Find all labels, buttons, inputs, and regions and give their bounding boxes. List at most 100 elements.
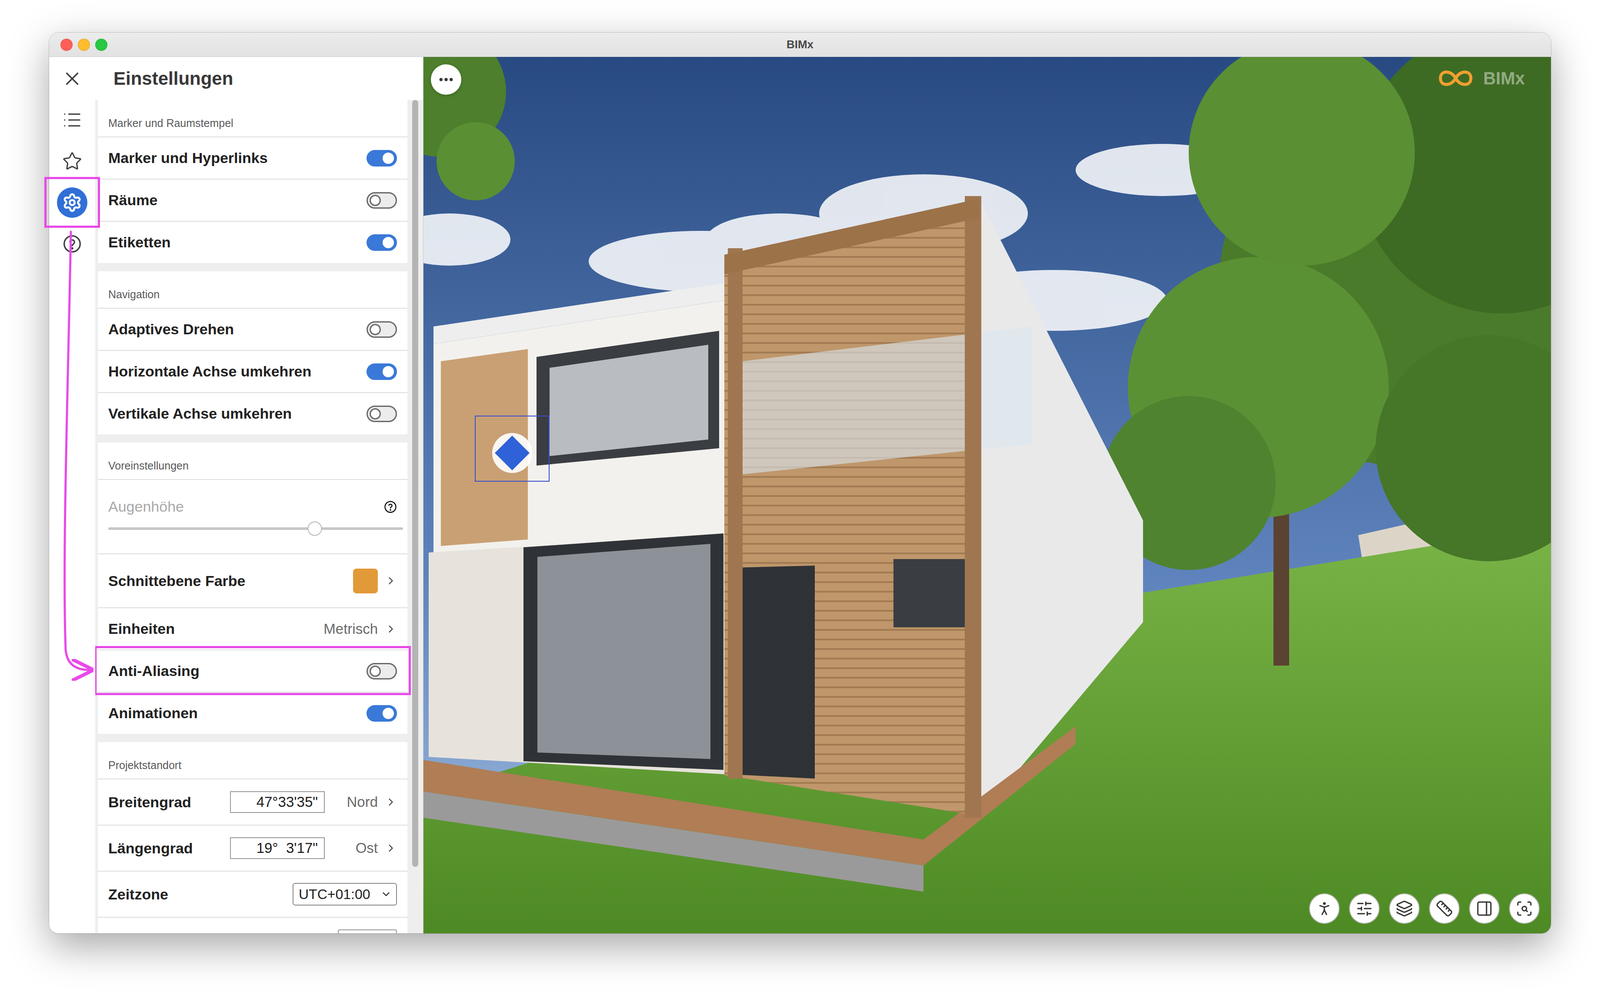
- window-body: EinstellungenMarker und RaumstempelMarke…: [49, 56, 1551, 934]
- view-toolbar: [1309, 893, 1540, 924]
- section-title: Navigation: [97, 271, 408, 308]
- settings-sidebar: EinstellungenMarker und RaumstempelMarke…: [49, 56, 424, 934]
- hemisphere[interactable]: Ost: [333, 840, 378, 857]
- settings-list[interactable]: Marker und RaumstempelMarker und Hyperli…: [95, 100, 424, 934]
- value-row[interactable]: EinheitenMetrisch: [97, 607, 408, 650]
- color-swatch[interactable]: [353, 568, 378, 594]
- marker[interactable]: [475, 416, 550, 482]
- walk-icon[interactable]: [1315, 900, 1334, 918]
- house: [423, 196, 1144, 892]
- toggle-switch[interactable]: [366, 321, 397, 338]
- slider-track[interactable]: [108, 527, 404, 530]
- logo-icon: [1436, 66, 1476, 90]
- settings-section: Marker und RaumstempelMarker und Hyperli…: [97, 100, 408, 264]
- rail-item[interactable]: [49, 99, 96, 141]
- settings-section: Voreinstellungen Augenhöhe Schnittebene Fa…: [97, 442, 408, 734]
- toggle-row: Horizontale Achse umkehren: [97, 350, 408, 393]
- row-label: Breitengrad: [108, 793, 230, 811]
- row-label: Horizontale Achse umkehren: [108, 363, 367, 380]
- chevron: [384, 840, 397, 856]
- toggle-row: Vertikale Achse umkehren: [97, 392, 408, 435]
- close-light[interactable]: [60, 38, 73, 51]
- timezone-select[interactable]: UTC+01:00: [292, 883, 397, 906]
- scrollbar[interactable]: [412, 100, 419, 934]
- tool-button[interactable]: [1429, 893, 1460, 924]
- zoom-light[interactable]: [95, 38, 108, 51]
- toggle-switch[interactable]: [366, 405, 397, 423]
- toggle-switch[interactable]: [366, 363, 397, 380]
- toggle-switch[interactable]: [366, 192, 397, 209]
- toggle-row: Animationen: [97, 691, 408, 734]
- section-title: Voreinstellungen: [97, 442, 408, 480]
- row-label: Längengrad: [108, 840, 230, 857]
- more-button[interactable]: [430, 64, 462, 95]
- hemisphere[interactable]: Nord: [333, 793, 378, 811]
- star-icon[interactable]: [62, 151, 83, 172]
- tool-button[interactable]: [1349, 893, 1380, 924]
- toggle-row: Adaptives Drehen: [97, 307, 408, 350]
- tool-button[interactable]: [1389, 893, 1420, 924]
- chevron-down-icon: [380, 888, 392, 900]
- rail-item[interactable]: [49, 140, 96, 182]
- toggle-switch[interactable]: [366, 150, 397, 167]
- row-label: Einheiten: [108, 620, 324, 638]
- field-row: [97, 916, 408, 934]
- coordinate-field[interactable]: 19° 3'17": [230, 837, 325, 860]
- select-row: Zeitzone UTC+01:00: [97, 870, 408, 917]
- panel-icon[interactable]: [1475, 900, 1494, 918]
- window-title: BIMx: [786, 37, 814, 52]
- desktop: BIMx EinstellungenMarker und RaumstempelM…: [0, 0, 1600, 999]
- ruler-icon[interactable]: [1435, 900, 1454, 918]
- panel-header: Einstellungen: [95, 56, 424, 100]
- sliders-icon[interactable]: [1355, 900, 1374, 918]
- row-label: Vertikale Achse umkehren: [108, 405, 367, 423]
- row-label: Zeitzone: [108, 886, 293, 904]
- help-icon[interactable]: [383, 500, 397, 514]
- tool-button[interactable]: [1469, 893, 1500, 924]
- color-row[interactable]: Schnittebene Farbe: [97, 553, 408, 608]
- toggle-switch[interactable]: [366, 234, 397, 251]
- toggle-knob: [369, 408, 381, 420]
- row-value: Metrisch: [323, 620, 378, 638]
- help-icon[interactable]: [62, 234, 82, 254]
- row-label: Augenhöhe: [108, 498, 384, 516]
- select-value: UTC+01:00: [298, 886, 371, 903]
- row-label: Etiketten: [108, 233, 367, 251]
- toggle-knob: [382, 152, 394, 164]
- minimize-light[interactable]: [77, 38, 90, 51]
- coordinate-field[interactable]: 47°33'35": [230, 791, 325, 814]
- chevron-right-icon: [384, 573, 397, 589]
- toggle-knob: [382, 366, 394, 378]
- rail-item[interactable]: [49, 223, 96, 265]
- viewport[interactable]: BIMx: [423, 56, 1551, 934]
- toggle-switch[interactable]: [366, 705, 397, 722]
- toggle-knob: [369, 194, 381, 207]
- slider-knob[interactable]: [307, 521, 322, 537]
- gear-icon[interactable]: [62, 192, 83, 213]
- toggle-row: Räume: [97, 178, 408, 221]
- logo: BIMx: [1436, 66, 1525, 90]
- chevron-right-icon: [384, 794, 397, 810]
- scrollbar-thumb[interactable]: [412, 100, 419, 867]
- list-icon[interactable]: [62, 110, 83, 130]
- tool-button[interactable]: [1509, 893, 1540, 924]
- chevron: [384, 621, 397, 637]
- rail-item[interactable]: [49, 57, 96, 100]
- text-field[interactable]: [337, 929, 397, 934]
- row-label: Adaptives Drehen: [108, 320, 367, 338]
- close-icon[interactable]: [61, 67, 84, 90]
- layers-icon[interactable]: [1395, 900, 1414, 918]
- coordinate-row: Längengrad19° 3'17" Ost: [97, 824, 408, 871]
- settings-badge[interactable]: [56, 187, 88, 218]
- title-bar: BIMx: [49, 32, 1551, 57]
- section-title: Projektstandort: [97, 742, 408, 779]
- rail-item[interactable]: [49, 181, 96, 224]
- model-view[interactable]: [423, 56, 1551, 934]
- tool-button[interactable]: [1309, 893, 1340, 924]
- icon-rail: [49, 56, 96, 934]
- search-icon[interactable]: [1515, 900, 1534, 918]
- settings-section: Projektstandort Breitengrad47°33'35" Nord L…: [97, 742, 408, 934]
- toggle-switch[interactable]: [366, 663, 397, 680]
- settings-cards: Marker und RaumstempelMarker und Hyperli…: [95, 100, 410, 934]
- row-label: Räume: [108, 191, 367, 209]
